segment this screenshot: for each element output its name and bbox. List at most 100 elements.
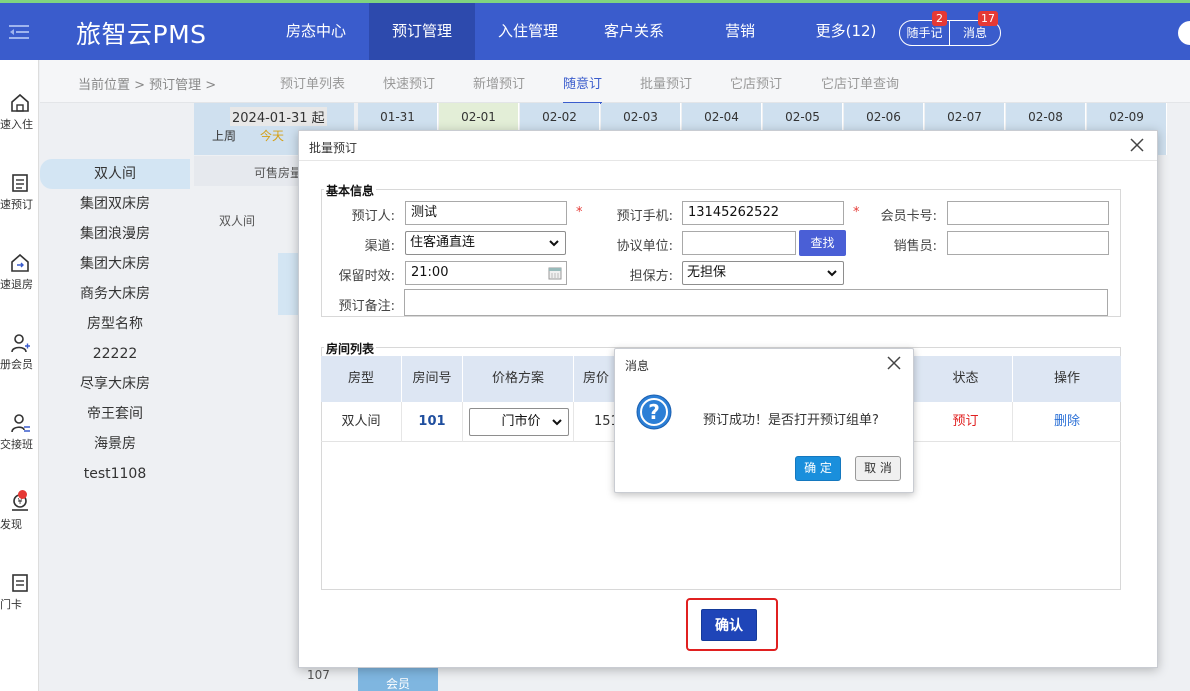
- col-room-price: 房价: [574, 356, 619, 402]
- quick-note-label: 随手记: [906, 26, 943, 40]
- tab-new-booking[interactable]: 新增预订: [473, 73, 525, 92]
- cell-status: 预订: [919, 402, 1013, 442]
- calendar-icon[interactable]: [548, 266, 562, 280]
- quick-note-badge: 2: [932, 11, 947, 26]
- message-button[interactable]: 消息 17: [949, 11, 1001, 46]
- cell-room-number[interactable]: 101: [402, 402, 463, 442]
- room-status-cell[interactable]: 会员: [358, 668, 438, 691]
- channel-value: 住客通直连: [410, 235, 476, 250]
- guarantee-select[interactable]: 无担保: [682, 261, 844, 285]
- nav-more[interactable]: 更多(12): [806, 3, 886, 60]
- add-user-icon: [10, 334, 30, 353]
- avatar[interactable]: [1178, 21, 1190, 45]
- ok-button[interactable]: 确 定: [795, 456, 841, 481]
- phone-label: 预订手机:: [616, 209, 673, 224]
- cell-price-plan: 门市价: [463, 402, 574, 442]
- room-type-item[interactable]: 22222: [40, 339, 190, 369]
- chevron-down-icon: [549, 240, 559, 247]
- nav-marketing[interactable]: 营销: [700, 3, 780, 60]
- room-type-item[interactable]: 集团双床房: [40, 189, 190, 219]
- menu-toggle-icon[interactable]: [0, 3, 38, 60]
- hold-time-input[interactable]: 21:00: [405, 261, 567, 285]
- nav-room-status[interactable]: 房态中心: [270, 3, 362, 60]
- col-status: 状态: [919, 356, 1013, 402]
- room-type-item[interactable]: 房型名称: [40, 309, 190, 339]
- channel-select[interactable]: 住客通直连: [405, 231, 566, 255]
- delete-link[interactable]: 删除: [1013, 402, 1121, 442]
- basic-info-legend: 基本信息: [324, 182, 377, 199]
- prev-week-link[interactable]: 上周: [212, 127, 236, 144]
- hold-time-value: 21:00: [411, 265, 449, 280]
- modal-header: 批量预订: [299, 131, 1157, 161]
- col-action: 操作: [1053, 371, 1080, 386]
- quick-note-button[interactable]: 随手记 2: [899, 11, 950, 46]
- room-number: 107: [307, 668, 330, 682]
- close-icon[interactable]: [887, 356, 901, 370]
- search-agreement-button[interactable]: 查找: [799, 230, 846, 256]
- shift-handover[interactable]: 交接班: [0, 412, 39, 452]
- handover-icon: [10, 414, 30, 433]
- question-icon: ?: [636, 394, 672, 430]
- room-type-item[interactable]: test1108: [40, 459, 190, 489]
- col-room-type: 房型: [321, 356, 402, 402]
- room-type-item[interactable]: 尽享大床房: [40, 369, 190, 399]
- guarantee-value: 无担保: [687, 265, 727, 280]
- remark-input[interactable]: [404, 289, 1108, 316]
- booker-input[interactable]: 测试: [405, 201, 567, 225]
- nav-reservation[interactable]: 预订管理: [369, 3, 475, 60]
- nav-customer[interactable]: 客户关系: [588, 3, 680, 60]
- top-navbar: 旅智云PMS 房态中心 预订管理 入住管理 客户关系 营销 更多(12) 随手记…: [0, 0, 1190, 60]
- discover[interactable]: ¥ 发现: [0, 490, 39, 532]
- occupied-cell: [278, 253, 298, 315]
- message-badge: 17: [978, 11, 998, 26]
- quick-checkin[interactable]: 速入住: [0, 92, 39, 132]
- available-label: 可售房量: [254, 166, 303, 180]
- cell-room-type: 双人间: [321, 402, 402, 442]
- tab-free-booking[interactable]: 随意订: [563, 73, 603, 104]
- cancel-button[interactable]: 取 消: [855, 456, 901, 481]
- confirm-button[interactable]: 确认: [701, 609, 757, 641]
- tab-booking-list[interactable]: 预订单列表: [280, 73, 345, 92]
- tab-other-store-query[interactable]: 它店订单查询: [821, 73, 899, 92]
- hold-label: 保留时效:: [338, 269, 395, 284]
- member-card-input[interactable]: [947, 201, 1109, 225]
- quick-checkout[interactable]: 速退房: [0, 252, 39, 292]
- required-mark: *: [576, 205, 583, 220]
- price-plan-select[interactable]: 门市价: [469, 408, 569, 436]
- room-list-legend: 房间列表: [324, 340, 377, 357]
- message-text: 预订成功！是否打开预订组单?: [703, 413, 879, 428]
- room-type-item[interactable]: 海景房: [40, 429, 190, 459]
- tab-batch-booking[interactable]: 批量预订: [640, 73, 692, 92]
- today-link[interactable]: 今天: [260, 127, 284, 144]
- room-type-item[interactable]: 集团大床房: [40, 249, 190, 279]
- chevron-down-icon: [552, 419, 562, 426]
- room-type-item[interactable]: 双人间: [40, 159, 190, 189]
- room-type-item[interactable]: 集团浪漫房: [40, 219, 190, 249]
- checkout-icon: [10, 253, 29, 272]
- modal-title: 批量预订: [309, 141, 358, 155]
- register-member[interactable]: 册会员: [0, 332, 39, 372]
- door-card[interactable]: 门卡: [0, 572, 39, 612]
- sales-input[interactable]: [947, 231, 1109, 255]
- phone-input[interactable]: 13145262522: [682, 201, 844, 225]
- remark-label: 预订备注:: [338, 299, 395, 314]
- message-title: 消息: [625, 359, 650, 373]
- tab-quick-booking[interactable]: 快速预订: [383, 73, 435, 92]
- left-quickbar: 速入住 速预订 速退房 册会员 交接班 ¥ 发现 门卡: [0, 60, 39, 691]
- guarantee-label: 担保方:: [629, 269, 673, 284]
- close-icon[interactable]: [1129, 137, 1145, 153]
- message-dialog: 消息 ? 预订成功！是否打开预订组单? 确 定 取 消: [614, 348, 914, 493]
- card-icon: [11, 574, 28, 592]
- member-card-label: 会员卡号:: [880, 209, 937, 224]
- room-type-item[interactable]: 商务大床房: [40, 279, 190, 309]
- home-icon: [10, 93, 29, 112]
- room-type-item[interactable]: 帝王套间: [40, 399, 190, 429]
- booker-label: 预订人:: [351, 209, 395, 224]
- quick-booking[interactable]: 速预订: [0, 172, 39, 212]
- nav-checkin[interactable]: 入住管理: [482, 3, 574, 60]
- col-room-number: 房间号: [402, 356, 463, 402]
- price-plan-value: 门市价: [501, 414, 541, 429]
- agreement-input[interactable]: [682, 231, 796, 255]
- start-date[interactable]: 2024-01-31 起: [230, 107, 327, 126]
- tab-other-store-booking[interactable]: 它店预订: [730, 73, 782, 92]
